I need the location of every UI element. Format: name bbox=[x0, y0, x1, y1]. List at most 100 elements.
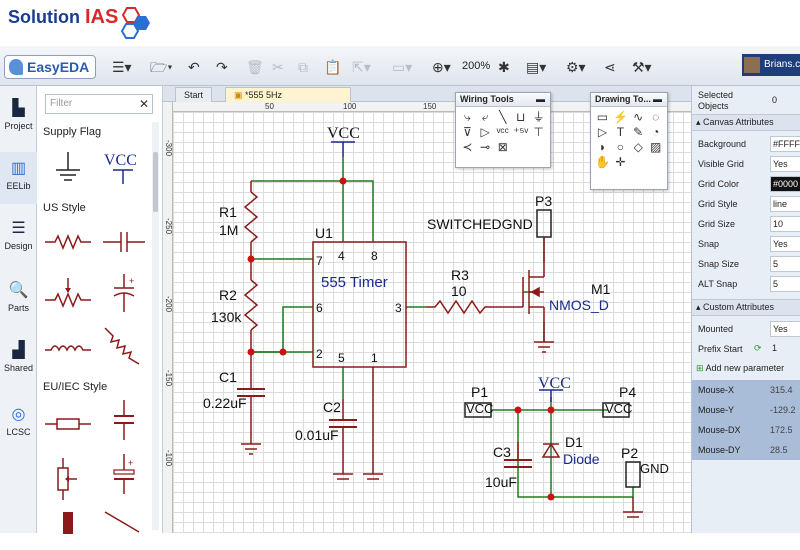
design-check-icon[interactable]: ✱ bbox=[498, 58, 510, 76]
open-folder-icon[interactable]: 🗁▾ bbox=[150, 58, 173, 76]
wire-tool-icon[interactable]: ⤷ bbox=[460, 110, 475, 124]
zoom-icon[interactable]: ⊕▾ bbox=[432, 58, 451, 76]
arrow-tool-icon[interactable]: ▷ bbox=[595, 125, 610, 139]
vcc-mid-label: VCC bbox=[538, 375, 571, 392]
layers-icon[interactable]: ▭▾ bbox=[392, 58, 412, 76]
pin-4: 4 bbox=[338, 249, 345, 263]
nav-shared[interactable]: ▟ Shared bbox=[0, 340, 37, 373]
nav-project[interactable]: ▙ Project bbox=[0, 98, 37, 131]
freehand-tool-icon[interactable]: ✎ bbox=[631, 125, 646, 139]
arc-tool-icon[interactable]: ⚡ bbox=[613, 110, 628, 124]
rect-tool-icon[interactable]: ▭ bbox=[595, 110, 610, 124]
capacitor-icon[interactable] bbox=[99, 220, 149, 264]
potentiometer-icon[interactable] bbox=[43, 272, 93, 316]
inductor-icon[interactable] bbox=[43, 326, 93, 370]
ground-tool-icon[interactable]: ⏚ bbox=[531, 110, 546, 124]
add-parameter-button[interactable]: ⊞ Add new parameter bbox=[696, 363, 784, 374]
easyeda-logo[interactable]: EasyEDA bbox=[4, 55, 96, 79]
minimize-icon[interactable]: ▬ bbox=[653, 93, 662, 106]
circle-tool-icon[interactable]: ◌ bbox=[648, 110, 663, 124]
clear-icon[interactable]: ✕ bbox=[139, 95, 149, 113]
selected-objects-label: Selected Objects bbox=[698, 90, 734, 111]
plus5v-tool-icon[interactable]: ⁺⁵ᵛ bbox=[513, 125, 528, 139]
wiring-tools-header[interactable]: Wiring Tools ▬ bbox=[456, 93, 550, 107]
fuse-icon[interactable] bbox=[43, 506, 93, 550]
nav-design[interactable]: ☰ Design bbox=[0, 218, 37, 251]
library-scrollbar[interactable] bbox=[152, 122, 159, 530]
polygon-tool-icon[interactable]: ◗ bbox=[595, 140, 610, 154]
delete-icon[interactable]: 🗑 bbox=[246, 58, 264, 76]
settings-gear-icon[interactable]: ⚙▾ bbox=[566, 58, 586, 76]
redo-icon[interactable]: ↷ bbox=[216, 58, 228, 76]
grid-size-field[interactable]: 10 bbox=[770, 216, 800, 232]
resistor-us-icon[interactable] bbox=[43, 220, 93, 264]
ellipse-tool-icon[interactable]: ○ bbox=[613, 140, 628, 154]
share-icon[interactable]: ⋖ bbox=[604, 58, 616, 76]
net-flag-tool-icon[interactable]: ⊽ bbox=[460, 125, 475, 139]
custom-attributes-header[interactable]: ▴ Custom Attributes bbox=[692, 299, 800, 316]
minimize-icon[interactable]: ▬ bbox=[536, 93, 545, 106]
origin-tool-icon[interactable]: ✛ bbox=[613, 155, 628, 169]
polarized-capacitor-eu-icon[interactable]: + bbox=[99, 452, 149, 496]
export-icon[interactable]: ▤▾ bbox=[526, 58, 546, 76]
user-menu[interactable]: Brians.c bbox=[742, 54, 800, 76]
image-tool-icon[interactable]: ▨ bbox=[648, 140, 663, 154]
vcc-symbol[interactable]: VCC bbox=[99, 146, 149, 190]
text-tool-icon[interactable]: T bbox=[613, 125, 628, 139]
drawing-tools-header[interactable]: Drawing To... ▬ bbox=[591, 93, 667, 107]
pan-tool-icon[interactable]: ✋ bbox=[595, 155, 610, 169]
visible-grid-select[interactable]: Yes bbox=[770, 156, 800, 172]
alt-snap-field[interactable]: 5 bbox=[770, 276, 800, 292]
p2-label: P2 bbox=[621, 445, 638, 461]
zoom-level[interactable]: 200% bbox=[462, 60, 490, 72]
drawing-tools-grid: ▭ ⚡ ∿ ◌ ▷ T ✎ ◔ ◗ ○ ◇ ▨ ✋ ✛ bbox=[591, 107, 667, 172]
pie-tool-icon[interactable]: ◔ bbox=[648, 125, 663, 139]
scroll-thumb[interactable] bbox=[153, 152, 158, 212]
capacitor-eu-icon[interactable] bbox=[99, 398, 149, 442]
library-panel: Filter ✕ Supply Flag VCC US Style + EU/IE… bbox=[37, 86, 163, 534]
no-connect-tool-icon[interactable]: ⊸ bbox=[478, 140, 493, 154]
resistor-eu-icon[interactable] bbox=[43, 402, 93, 446]
nav-lcsc[interactable]: ◎ LCSC bbox=[0, 404, 37, 437]
group-tool-icon[interactable]: ⊠ bbox=[495, 140, 510, 154]
canvas-attributes-header[interactable]: ▴ Canvas Attributes bbox=[692, 114, 800, 131]
section-us-style: US Style bbox=[43, 202, 86, 214]
diamond-tool-icon[interactable]: ◇ bbox=[631, 140, 646, 154]
undo-icon[interactable]: ↶ bbox=[188, 58, 200, 76]
potentiometer-eu-icon[interactable] bbox=[43, 456, 93, 500]
varistor-icon[interactable] bbox=[99, 506, 149, 550]
bus-entry-tool-icon[interactable]: ≺ bbox=[460, 140, 475, 154]
tools-icon[interactable]: ⚒▾ bbox=[632, 58, 652, 76]
refresh-icon[interactable]: ⟳ bbox=[754, 343, 762, 354]
snap-size-field[interactable]: 5 bbox=[770, 256, 800, 272]
line-tool-icon[interactable]: ╲ bbox=[495, 110, 510, 124]
mounted-select[interactable]: Yes bbox=[770, 321, 800, 337]
bus-tool-icon[interactable]: ⤶ bbox=[478, 110, 493, 124]
filter-input[interactable]: Filter ✕ bbox=[45, 94, 153, 114]
cut-icon[interactable]: ✂ bbox=[272, 58, 284, 76]
snap-select[interactable]: Yes bbox=[770, 236, 800, 252]
align-icon[interactable]: ⇱▾ bbox=[352, 58, 371, 76]
resistor-diagonal-icon[interactable] bbox=[99, 322, 149, 366]
polarized-capacitor-icon[interactable]: + bbox=[99, 272, 149, 316]
add-parameter-label: Add new parameter bbox=[705, 363, 785, 373]
netport-tool-icon[interactable]: ▷ bbox=[478, 125, 493, 139]
nav-parts[interactable]: 🔍 Parts bbox=[0, 280, 37, 313]
tab-start[interactable]: Start bbox=[175, 87, 213, 102]
r2-label: R2 bbox=[219, 287, 237, 303]
netlabel-tool-icon[interactable]: ⊔ bbox=[513, 110, 528, 124]
nav-eelib[interactable]: ▥ EELib bbox=[0, 152, 37, 204]
copy-icon[interactable]: ⧉ bbox=[298, 58, 308, 76]
vcc-tool-icon[interactable]: ᵛᶜᶜ bbox=[495, 125, 510, 139]
ground-symbol-icon[interactable] bbox=[43, 146, 93, 190]
tab-555-5hz[interactable]: ▣ *555 5Hz bbox=[225, 87, 351, 102]
paste-icon[interactable]: 📋 bbox=[324, 58, 341, 76]
grid-color-field[interactable]: #0000 bbox=[770, 176, 800, 192]
grid-style-select[interactable]: line bbox=[770, 196, 800, 212]
bezier-tool-icon[interactable]: ∿ bbox=[631, 110, 646, 124]
pin-6: 6 bbox=[316, 301, 323, 315]
pin-tool-icon[interactable]: ⊤ bbox=[531, 125, 546, 139]
prefix-start-field[interactable]: 1 bbox=[770, 341, 800, 357]
document-menu-icon[interactable]: ☰▾ bbox=[112, 58, 132, 76]
background-field[interactable]: #FFFF bbox=[770, 136, 800, 152]
